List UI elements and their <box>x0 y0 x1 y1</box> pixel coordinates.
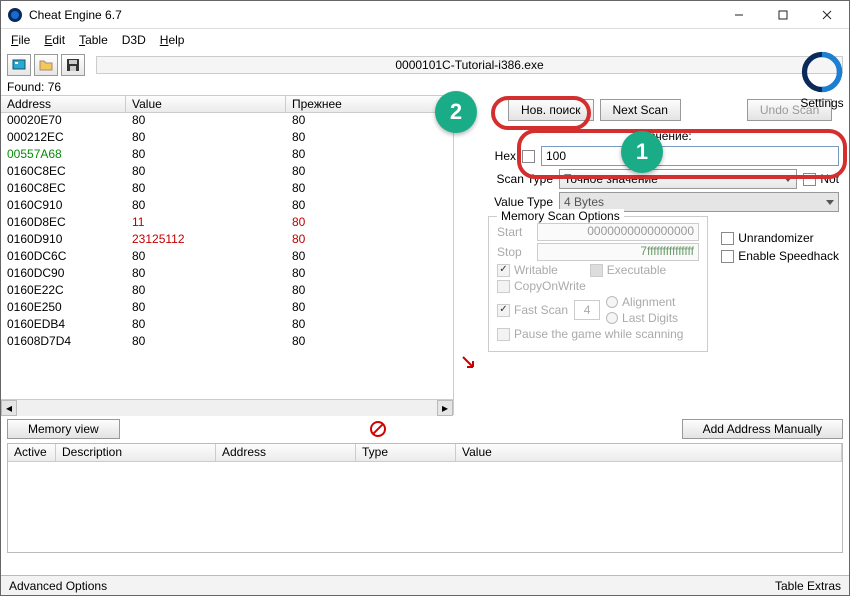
fast-scan-value[interactable] <box>574 300 600 320</box>
table-row[interactable]: 0160E2508080 <box>1 300 453 317</box>
menu-file[interactable]: File <box>5 31 36 49</box>
last-digits-radio[interactable]: Last Digits <box>606 311 678 325</box>
settings-logo[interactable]: Settings <box>799 51 845 110</box>
hex-label: Hex <box>488 149 516 163</box>
stop-input[interactable]: 7fffffffffffffff <box>537 243 699 261</box>
fast-scan-checkbox[interactable]: Fast Scan <box>497 303 568 317</box>
open-file-button[interactable] <box>34 54 58 76</box>
menu-table[interactable]: Table <box>73 31 114 49</box>
scan-type-combo[interactable]: Точное значение <box>559 169 797 189</box>
results-header: Address Value Прежнее <box>1 95 453 113</box>
col-value[interactable]: Value <box>126 96 286 112</box>
table-row[interactable]: 0160D8EC1180 <box>1 215 453 232</box>
app-icon <box>7 7 23 23</box>
clear-icon[interactable] <box>370 421 386 437</box>
settings-caption: Settings <box>799 96 845 110</box>
table-row[interactable]: 0160DC6C8080 <box>1 249 453 266</box>
mid-column <box>454 95 484 415</box>
scroll-track[interactable] <box>17 400 437 416</box>
table-row[interactable]: 000212EC8080 <box>1 130 453 147</box>
menu-edit[interactable]: Edit <box>38 31 71 49</box>
arrow-down-right-icon[interactable] <box>461 355 477 371</box>
callout-2: 2 <box>435 91 477 133</box>
table-row[interactable]: 00557A688080 <box>1 147 453 164</box>
mem-options-legend: Memory Scan Options <box>497 209 624 223</box>
stop-label: Stop <box>497 245 531 259</box>
statusbar: Advanced Options Table Extras <box>1 575 849 595</box>
unrandomizer-checkbox[interactable]: Unrandomizer <box>721 231 839 245</box>
results-panel: Address Value Прежнее 00020E708080000212… <box>1 95 454 415</box>
scroll-right-icon[interactable]: ▸ <box>437 400 453 416</box>
table-row[interactable]: 0160C8EC8080 <box>1 181 453 198</box>
add-address-manually-button[interactable]: Add Address Manually <box>682 419 843 439</box>
pause-checkbox[interactable]: Pause the game while scanning <box>497 327 683 341</box>
next-scan-button[interactable]: Next Scan <box>600 99 681 121</box>
scan-panel: Нов. поиск Next Scan Undo Scan Значение:… <box>484 95 849 415</box>
results-body[interactable]: 00020E708080000212EC808000557A6880800160… <box>1 113 453 399</box>
main-area: Address Value Прежнее 00020E708080000212… <box>1 95 849 415</box>
found-count: Found: 76 <box>1 79 849 95</box>
table-row[interactable]: 0160EDB48080 <box>1 317 453 334</box>
window-title: Cheat Engine 6.7 <box>29 8 717 22</box>
process-name: 0000101C-Tutorial-i386.exe <box>96 56 843 74</box>
table-row[interactable]: 0160C8EC8080 <box>1 164 453 181</box>
table-row[interactable]: 0160DC908080 <box>1 266 453 283</box>
scan-type-label: Scan Type <box>488 172 553 186</box>
col-description[interactable]: Description <box>56 444 216 461</box>
copyonwrite-checkbox[interactable]: CopyOnWrite <box>497 279 586 293</box>
value-input[interactable] <box>541 146 839 166</box>
open-process-button[interactable] <box>7 54 31 76</box>
start-label: Start <box>497 225 531 239</box>
address-table[interactable]: Active Description Address Type Value <box>7 443 843 553</box>
writable-checkbox[interactable]: Writable <box>497 263 558 277</box>
scroll-left-icon[interactable]: ◂ <box>1 400 17 416</box>
table-row[interactable]: 00020E708080 <box>1 113 453 130</box>
speedhack-checkbox[interactable]: Enable Speedhack <box>721 249 839 263</box>
col-previous[interactable]: Прежнее <box>286 96 446 112</box>
titlebar: Cheat Engine 6.7 <box>1 1 849 29</box>
col-value2[interactable]: Value <box>456 444 842 461</box>
not-checkbox[interactable]: Not <box>803 172 839 186</box>
col-active[interactable]: Active <box>8 444 56 461</box>
new-scan-button[interactable]: Нов. поиск <box>508 99 594 121</box>
memory-scan-options: Memory Scan Options Start000000000000000… <box>488 216 708 352</box>
menu-help[interactable]: Help <box>154 31 191 49</box>
start-input[interactable]: 0000000000000000 <box>537 223 699 241</box>
hex-checkbox[interactable] <box>522 150 535 163</box>
close-button[interactable] <box>805 1 849 29</box>
table-extras[interactable]: Table Extras <box>775 579 841 593</box>
address-table-header: Active Description Address Type Value <box>8 444 842 462</box>
menubar: File Edit Table D3D Help <box>1 29 849 51</box>
value-type-label: Value Type <box>488 195 553 209</box>
table-row[interactable]: 0160E22C8080 <box>1 283 453 300</box>
table-row[interactable]: 01608D7D48080 <box>1 334 453 351</box>
maximize-button[interactable] <box>761 1 805 29</box>
horizontal-scrollbar[interactable]: ◂ ▸ <box>1 399 453 415</box>
col-address[interactable]: Address <box>1 96 126 112</box>
toolbar: 0000101C-Tutorial-i386.exe <box>1 51 849 79</box>
memory-view-button[interactable]: Memory view <box>7 419 120 439</box>
minimize-button[interactable] <box>717 1 761 29</box>
menu-d3d[interactable]: D3D <box>116 31 152 49</box>
under-results-bar: Memory view Add Address Manually <box>1 417 849 441</box>
save-button[interactable] <box>61 54 85 76</box>
col-address2[interactable]: Address <box>216 444 356 461</box>
callout-1: 1 <box>621 131 663 173</box>
executable-checkbox[interactable]: Executable <box>590 263 666 277</box>
table-row[interactable]: 0160D9102312511280 <box>1 232 453 249</box>
advanced-options[interactable]: Advanced Options <box>9 579 107 593</box>
col-type[interactable]: Type <box>356 444 456 461</box>
table-row[interactable]: 0160C9108080 <box>1 198 453 215</box>
alignment-radio[interactable]: Alignment <box>606 295 678 309</box>
